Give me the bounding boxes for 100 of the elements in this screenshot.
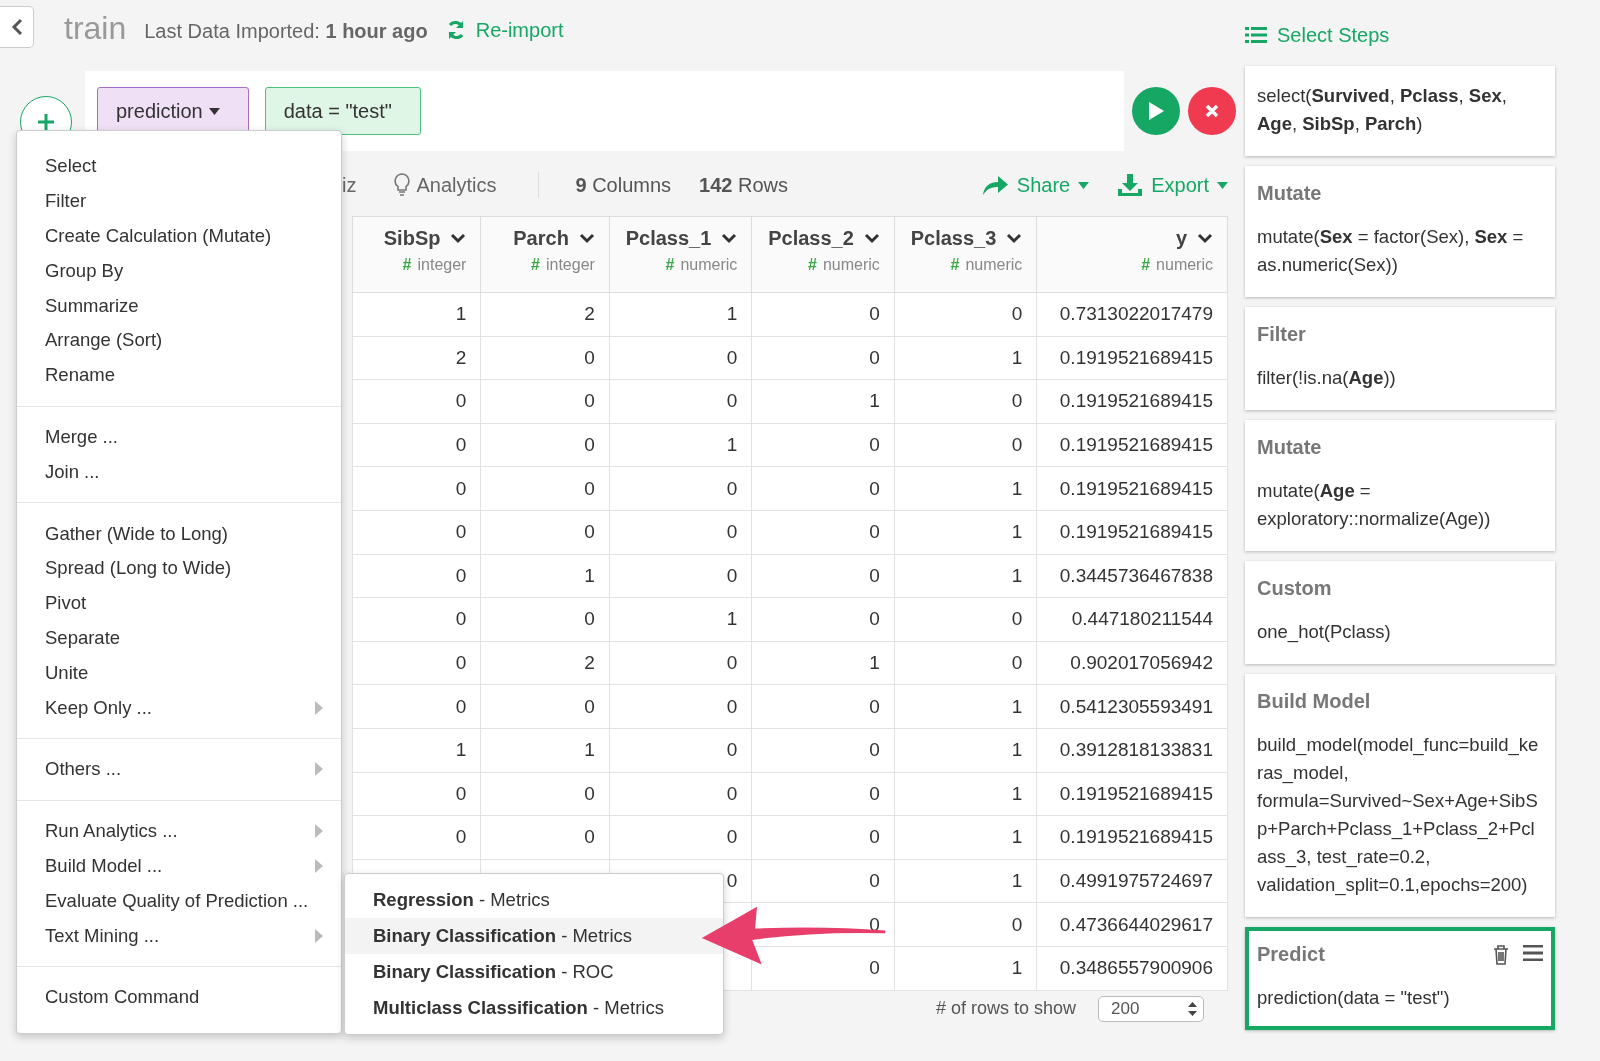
step-card[interactable]: Mutate mutate(Age = exploratory::normalize(Age)) <box>1245 420 1555 551</box>
menu-item[interactable]: Filter <box>17 183 341 219</box>
table-cell: 0.1919521689415 <box>1059 390 1213 412</box>
menu-item[interactable]: Text Mining ... <box>17 918 341 953</box>
chevron-down-icon[interactable] <box>863 233 880 244</box>
column-header[interactable]: SibSp <box>383 227 467 250</box>
close-icon <box>1205 104 1219 118</box>
numeric-type-icon: # <box>950 256 960 273</box>
chevron-down-icon[interactable] <box>721 233 738 244</box>
chevron-down-icon[interactable] <box>1006 233 1023 244</box>
table-cell: 0 <box>726 346 738 368</box>
table-cell: 0.4736644029617 <box>1059 913 1213 935</box>
table-cell: 0.1919521689415 <box>1059 477 1213 499</box>
column-type: numeric <box>965 256 1023 273</box>
chevron-down-icon[interactable] <box>578 233 595 244</box>
cancel-button[interactable] <box>1188 87 1236 135</box>
menu-item[interactable]: Pivot <box>17 585 341 621</box>
submenu-item[interactable]: Binary Classification - ROC <box>345 954 723 990</box>
step-code: filter(!is.na(Age)) <box>1257 367 1396 388</box>
trash-icon[interactable] <box>1493 944 1509 965</box>
table-cell: 0 <box>726 782 738 804</box>
table-cell: 0 <box>584 477 595 499</box>
table-cell: 2 <box>584 303 595 325</box>
table-cell: 1 <box>455 739 467 761</box>
table-cell: 0 <box>869 739 880 761</box>
menu-item[interactable]: Group By <box>17 253 341 289</box>
column-header[interactable]: Parch <box>513 227 595 250</box>
menu-item[interactable]: Separate <box>17 620 341 656</box>
table-cell: 0 <box>455 826 467 848</box>
menu-item[interactable]: Spread (Long to Wide) <box>17 550 341 586</box>
column-header[interactable]: Pclass_3 <box>910 227 1023 250</box>
step-title: Predict <box>1257 943 1325 966</box>
table-cell: 0 <box>1011 390 1023 412</box>
share-arrow-icon <box>980 174 1009 196</box>
column-header[interactable]: Pclass_1 <box>625 227 738 250</box>
submenu-item[interactable]: Binary Classification - Metrics <box>345 918 723 954</box>
menu-item[interactable]: Keep Only ... <box>17 690 341 725</box>
menu-item[interactable]: Custom Command <box>17 979 341 1015</box>
column-header[interactable]: Pclass_2 <box>768 227 880 250</box>
column-type: numeric <box>1156 256 1213 273</box>
caret-icon <box>1217 181 1228 189</box>
step-title: Mutate <box>1257 182 1322 205</box>
menu-item[interactable]: Unite <box>17 655 341 691</box>
column-type: integer <box>545 256 595 273</box>
table-cell: 1 <box>726 303 738 325</box>
table-cell: 0 <box>584 390 595 412</box>
submenu-item[interactable]: Regression - Metrics <box>345 882 723 918</box>
column-header[interactable]: y <box>1175 227 1213 250</box>
import-info: Last Data Imported: 1 hour ago <box>144 19 428 43</box>
rows-to-show-select[interactable]: 200 <box>1098 995 1204 1022</box>
viz-tab[interactable]: iz <box>342 173 357 197</box>
download-icon <box>1117 173 1144 197</box>
run-button[interactable] <box>1132 87 1180 135</box>
table-cell: 0 <box>726 870 738 891</box>
table-cell: 1 <box>455 303 467 325</box>
menu-item[interactable]: Arrange (Sort) <box>17 323 341 358</box>
chevron-down-icon[interactable] <box>1197 233 1213 244</box>
row-count: 142 Rows <box>699 173 789 197</box>
step-card[interactable]: select(Survived, Pclass, Sex, Age, SibSp, Parch) <box>1245 66 1555 156</box>
menu-item[interactable]: Merge ... <box>17 419 341 455</box>
menu-item[interactable]: Create Calculation (Mutate) <box>17 218 341 254</box>
column-type: numeric <box>822 256 880 273</box>
table-cell: 0 <box>726 695 738 717</box>
table-cell: 0 <box>869 434 880 456</box>
step-code: prediction(data = "test") <box>1257 987 1450 1008</box>
back-button[interactable] <box>0 6 34 48</box>
table-cell: 0 <box>455 390 467 412</box>
chevron-down-icon[interactable] <box>450 233 467 244</box>
menu-item[interactable]: Select <box>17 149 341 184</box>
table-cell: 0 <box>869 695 880 717</box>
argument-token[interactable]: data = "test" <box>264 87 421 135</box>
table-cell: 0.3912818133831 <box>1059 739 1213 761</box>
table-cell: 2 <box>455 346 467 368</box>
menu-item[interactable]: Gather (Wide to Long) <box>17 516 341 551</box>
table-cell: 1 <box>1011 957 1023 979</box>
menu-item[interactable]: Build Model ... <box>17 848 341 884</box>
menu-item[interactable]: Summarize <box>17 288 341 323</box>
step-card[interactable]: Mutate mutate(Sex = factor(Sex), Sex = as.numeric(Sex)) <box>1245 166 1555 297</box>
step-card[interactable]: Build Model build_model(model_func=build_keras_model, formula=Survived~Sex+Age+SibSp+Parch+Pclass_1+Pclass_2+Pclass_3, test_rate=0.2, validation_split=0.1,epochs=200) <box>1245 674 1555 917</box>
table-cell: 0.902017056942 <box>1070 652 1213 674</box>
submenu-item[interactable]: Multiclass Classification - Metrics <box>345 990 723 1026</box>
play-icon <box>1147 101 1165 121</box>
step-code: build_model(model_func=build_keras_model, formula=Survived~Sex+Age+SibSp+Parch+Pclass_1+Pclass_2+Pclass_3, test_rate=0.2, validation_split=0.1,epochs=200) <box>1257 734 1539 895</box>
step-card[interactable]: Predict prediction(data = "test") <box>1245 927 1555 1030</box>
step-card[interactable]: Custom one_hot(Pclass) <box>1245 561 1555 664</box>
menu-item[interactable]: Run Analytics ... <box>17 813 341 849</box>
table-cell: 0.4991975724697 <box>1059 870 1213 891</box>
table-cell: 0 <box>455 652 467 674</box>
analytics-tab[interactable]: Analytics <box>394 173 497 197</box>
menu-item[interactable]: Join ... <box>17 454 341 490</box>
table-cell: 0.1919521689415 <box>1059 826 1213 848</box>
step-title: Custom <box>1257 577 1332 600</box>
step-card[interactable]: Filter filter(!is.na(Age)) <box>1245 307 1555 410</box>
menu-item[interactable]: Rename <box>17 357 341 393</box>
menu-item[interactable]: Others ... <box>17 751 341 787</box>
table-cell: 1 <box>1011 477 1023 499</box>
table-cell: 2 <box>584 652 595 674</box>
table-cell: 0 <box>455 782 467 804</box>
menu-item[interactable]: Evaluate Quality of Prediction ... <box>17 883 341 919</box>
menu-icon[interactable] <box>1523 944 1543 961</box>
